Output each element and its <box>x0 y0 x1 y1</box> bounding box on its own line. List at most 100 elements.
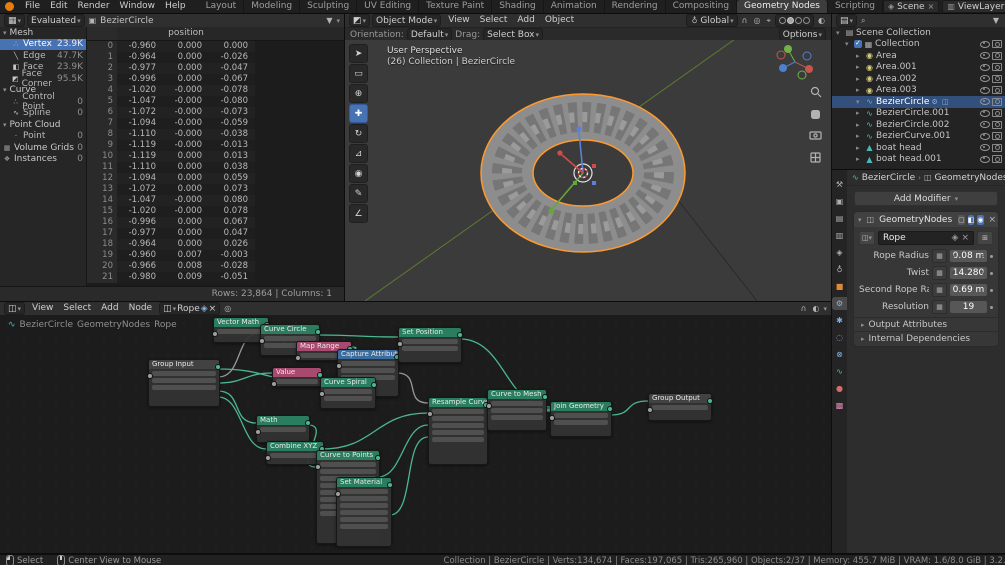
hide-eye-icon[interactable] <box>980 52 990 59</box>
disable-render-icon[interactable] <box>992 109 1002 117</box>
domain-row[interactable]: ∴ Vertex 23.9K <box>0 39 86 51</box>
properties-tab[interactable]: ⊗ <box>832 348 847 361</box>
menu-item[interactable]: Render <box>73 0 115 13</box>
table-row[interactable]: 1 -0.964 0.000 -0.026 <box>87 52 255 63</box>
domain-row[interactable]: ▦ Volume Grids 0 <box>0 142 86 154</box>
properties-tab[interactable]: ∿ <box>832 365 847 378</box>
hide-eye-icon[interactable] <box>980 41 990 48</box>
new-nodetree-button[interactable]: ⊞ <box>977 231 993 245</box>
workspace-tab[interactable]: Sculpting <box>300 0 357 13</box>
menu-item[interactable]: Select <box>475 14 513 27</box>
disable-render-icon[interactable] <box>992 86 1002 94</box>
solid-shading-button[interactable] <box>787 17 794 24</box>
decrement-arrow[interactable]: ‹ <box>952 267 955 279</box>
node-group-output[interactable]: Group Output <box>648 393 712 421</box>
expand-icon[interactable]: ▸ <box>856 132 863 140</box>
domain-row[interactable]: ◩ Face Corner 95.5K <box>0 73 86 85</box>
table-row[interactable]: 18 -0.964 0.000 0.026 <box>87 239 255 250</box>
input-attribute-toggle[interactable]: ▦ <box>932 300 947 314</box>
disable-render-icon[interactable] <box>992 63 1002 71</box>
menu-item[interactable]: Window <box>115 0 161 13</box>
table-row[interactable]: 11 -1.110 0.000 0.038 <box>87 162 255 173</box>
domain-row[interactable]: ╲ Edge 47.7K <box>0 50 86 62</box>
properties-tab[interactable]: ● <box>832 382 847 395</box>
outliner-row[interactable]: ▸ ◉ Area.002 <box>832 73 1005 85</box>
table-row[interactable]: 19 -0.960 0.007 -0.003 <box>87 250 255 261</box>
node-curve-spiral[interactable]: Curve Spiral <box>320 377 376 409</box>
outliner-row[interactable]: ▸ ∿ BezierCircle.002 <box>832 119 1005 131</box>
node-curve-to-mesh[interactable]: Curve to Mesh <box>487 389 547 431</box>
collapsed-section[interactable]: ▸ Output Attributes <box>854 317 998 331</box>
expand-icon[interactable]: ▸ <box>856 121 863 129</box>
domain-row[interactable]: ▾ Mesh <box>0 27 86 39</box>
outliner-row[interactable]: ▸ ◉ Area.003 <box>832 85 1005 97</box>
expand-icon[interactable]: ▸ <box>856 144 863 152</box>
hide-eye-icon[interactable] <box>980 87 990 94</box>
properties-tab[interactable]: ◈ <box>832 246 847 259</box>
render-toggle[interactable]: ◉ <box>977 215 983 225</box>
properties-tab[interactable]: ▥ <box>832 229 847 242</box>
overlays-icon[interactable]: ◐ <box>816 16 827 25</box>
properties-tab[interactable]: ◌ <box>832 331 847 344</box>
modifier-header[interactable]: ▾ ◫ GeometryNodes ▢ ◧ ◉ × <box>854 212 998 227</box>
node-value[interactable]: Value <box>272 367 322 387</box>
hide-eye-icon[interactable] <box>980 64 990 71</box>
data-source-dropdown[interactable]: Evaluated ▾ <box>27 14 85 27</box>
properties-tab[interactable]: ⚒ <box>832 178 847 191</box>
node-join-geometry[interactable]: Join Geometry <box>550 401 612 437</box>
disable-render-icon[interactable] <box>992 98 1002 106</box>
breadcrumb-segment[interactable]: BezierCircle <box>20 320 73 330</box>
disable-render-icon[interactable] <box>992 121 1002 129</box>
edit-mode-toggle[interactable]: ▢ <box>958 215 965 225</box>
table-row[interactable]: 13 -1.072 0.000 0.073 <box>87 184 255 195</box>
expand-icon[interactable]: ▸ <box>856 86 863 94</box>
workspace-tab[interactable]: Texture Paint <box>419 0 492 13</box>
hide-eye-icon[interactable] <box>980 110 990 117</box>
transform-orientation-dropdown[interactable]: ♁ Global ▾ <box>686 14 738 27</box>
table-row[interactable]: 15 -1.020 -0.000 0.078 <box>87 206 255 217</box>
table-row[interactable]: 2 -0.977 0.000 -0.047 <box>87 63 255 74</box>
proportional-edit-icon[interactable]: ◎ <box>752 16 763 25</box>
expand-icon[interactable]: ▾ <box>3 86 7 94</box>
expand-icon[interactable]: ▾ <box>836 29 843 37</box>
chevron-down-icon[interactable]: ▾ <box>823 305 827 313</box>
properties-tab[interactable]: ▩ <box>832 399 847 412</box>
expand-icon[interactable]: ▾ <box>3 121 7 129</box>
editor-type-button[interactable]: ◫ ▾ <box>4 302 25 315</box>
node-group-field[interactable]: Rope ◈ × <box>878 231 974 245</box>
hide-eye-icon[interactable] <box>980 75 990 82</box>
properties-tab[interactable]: ▤ <box>832 212 847 225</box>
search-icon[interactable]: ⌕ <box>859 16 867 26</box>
menu-item[interactable]: Help <box>160 0 191 13</box>
table-row[interactable]: 12 -1.094 0.000 0.059 <box>87 173 255 184</box>
workspace-tab[interactable]: UV Editing <box>357 0 419 13</box>
menu-item[interactable]: View <box>443 14 474 27</box>
table-row[interactable]: 6 -1.072 -0.000 -0.073 <box>87 107 255 118</box>
blender-logo-icon[interactable] <box>5 2 14 11</box>
tool-button[interactable]: ✎ <box>349 184 368 203</box>
table-row[interactable]: 21 -0.980 0.009 -0.051 <box>87 272 255 283</box>
fake-user-icon[interactable]: ◈ <box>952 233 959 243</box>
tool-button[interactable]: ◉ <box>349 164 368 183</box>
outliner-row[interactable]: ▾ ▦ Collection <box>832 39 1005 51</box>
expand-icon[interactable]: ▾ <box>3 29 7 37</box>
decorator-dot[interactable] <box>990 272 993 275</box>
node-set-material[interactable]: Set Material <box>336 477 392 547</box>
domain-row[interactable]: ∴ Control Point 0 <box>0 96 86 108</box>
input-attribute-toggle[interactable]: ▦ <box>932 283 947 297</box>
table-row[interactable]: 7 -1.094 -0.000 -0.059 <box>87 118 255 129</box>
increment-arrow[interactable]: › <box>982 250 985 262</box>
workspace-tab[interactable]: Compositing <box>666 0 737 13</box>
hide-eye-icon[interactable] <box>980 121 990 128</box>
outliner-row[interactable]: ▸ ◉ Area.001 <box>832 62 1005 74</box>
node-graph[interactable]: ∿ BezierCircleGeometryNodesRope Vector M… <box>0 315 831 553</box>
disable-render-icon[interactable] <box>992 52 1002 60</box>
expand-icon[interactable]: ▾ <box>856 98 863 106</box>
table-row[interactable]: 16 -0.996 0.000 0.067 <box>87 217 255 228</box>
node-group-input[interactable]: Group Input <box>148 359 220 407</box>
disable-render-icon[interactable] <box>992 132 1002 140</box>
expand-icon[interactable]: ▾ <box>845 40 852 48</box>
outliner-row[interactable]: ▸ ◉ Area <box>832 50 1005 62</box>
viewport-canvas[interactable]: User Perspective (26) Collection | Bezie… <box>345 40 831 301</box>
menu-item[interactable]: File <box>20 0 45 13</box>
